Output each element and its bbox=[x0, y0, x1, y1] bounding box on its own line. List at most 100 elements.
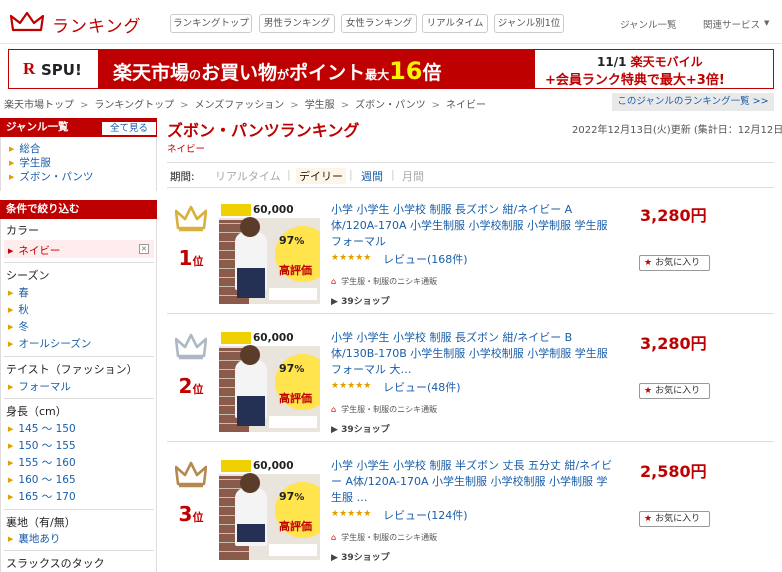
product-thumbnail[interactable]: 60,000 97% 高評価 bbox=[219, 458, 320, 560]
arrow-icon: ▶ bbox=[8, 340, 14, 348]
arrow-icon: ▶ bbox=[8, 425, 14, 433]
tab-female-ranking[interactable]: 女性ランキング bbox=[341, 14, 417, 33]
arrow-icon: ▶ bbox=[8, 493, 14, 501]
genre-list-box: ▶ 総合 ▶ 学生服 ▶ ズボン・パンツ bbox=[0, 137, 157, 191]
genre-ranking-list-link[interactable]: このジャンルのランキング一覧 >> bbox=[612, 93, 774, 111]
shop-name[interactable]: ⌂ 学生服・制服のニシキ通販 bbox=[331, 404, 437, 415]
filter-season-item[interactable]: ▶ オールシーズン bbox=[8, 336, 91, 351]
banner-mobile-text: 11/1 楽天モバイル +会員ランク特典で最大+3倍! bbox=[535, 50, 773, 88]
rating-stars: ★★★★★ bbox=[331, 509, 372, 519]
page-subtitle: ネイビー bbox=[167, 144, 206, 155]
gold-crown-icon bbox=[175, 205, 207, 232]
star-icon: ★ bbox=[644, 386, 653, 396]
arrow-icon: ▶ bbox=[8, 383, 14, 391]
breadcrumb-item[interactable]: メンズファッション bbox=[194, 100, 284, 111]
breadcrumb-item[interactable]: 学生服 bbox=[305, 100, 335, 111]
filter-lining-label: 裏地（有/無） bbox=[6, 516, 76, 529]
tab-genre-first[interactable]: ジャンル別1位 bbox=[494, 14, 564, 33]
filter-height-item[interactable]: ▶ 145 ～ 150 bbox=[8, 421, 76, 436]
arrow-icon: ▶ bbox=[8, 323, 14, 331]
review-link[interactable]: レビュー(48件) bbox=[383, 379, 461, 395]
sidebar-item-school-uniform[interactable]: ▶ 学生服 bbox=[9, 155, 51, 170]
period-label: 期間: bbox=[170, 171, 195, 183]
filter-height-item[interactable]: ▶ 160 ～ 165 bbox=[8, 472, 76, 487]
spu-logo: R SPU! bbox=[9, 50, 99, 88]
filter-taste-item[interactable]: ▶ フォーマル bbox=[8, 379, 71, 394]
shop-name[interactable]: ⌂ 学生服・制服のニシキ通販 bbox=[331, 532, 437, 543]
ranking-logo-text[interactable]: ランキング bbox=[52, 12, 142, 37]
arrow-icon: ▶ bbox=[8, 289, 14, 297]
review-link[interactable]: レビュー(124件) bbox=[383, 507, 468, 523]
shop-icon: ⌂ bbox=[331, 277, 337, 286]
tab-realtime[interactable]: リアルタイム bbox=[422, 14, 488, 33]
shop-icon: ⌂ bbox=[331, 533, 337, 542]
crown-logo-icon[interactable] bbox=[10, 10, 44, 34]
related-services-link[interactable]: 関連サービス bbox=[703, 17, 760, 31]
rank-number: 2位 bbox=[178, 374, 204, 398]
arrow-icon: ▶ bbox=[9, 173, 15, 181]
breadcrumb-item[interactable]: ランキングトップ bbox=[94, 100, 174, 111]
page-title: ズボン・パンツランキング bbox=[167, 121, 360, 140]
filter-color-navy[interactable]: ▶ ネイビー bbox=[8, 243, 60, 258]
sidebar-item-all[interactable]: ▶ 総合 bbox=[9, 141, 40, 156]
filter-lining-item[interactable]: ▶ 裏地あり bbox=[8, 531, 60, 546]
product-price: 3,280円 bbox=[640, 206, 707, 225]
tab-male-ranking[interactable]: 男性ランキング bbox=[259, 14, 335, 33]
period-monthly[interactable]: 月間 bbox=[402, 168, 424, 184]
filter-season-label: シーズン bbox=[6, 269, 50, 282]
see-all-button[interactable]: 全て見る bbox=[101, 121, 157, 136]
filter-color-label: カラー bbox=[6, 224, 39, 237]
ranking-item: 2位 60,000 97% 高評価 小学 小学生 小学校 制服 長ズボン 紺/ネイ… bbox=[167, 318, 774, 442]
arrow-icon: ▶ bbox=[8, 442, 14, 450]
product-name-link[interactable]: 小学 小学生 小学校 制服 長ズボン 紺/ネイビー A体/120A-170A 小… bbox=[331, 202, 613, 250]
arrow-icon: ▶ bbox=[8, 535, 14, 543]
points-badge: ▶ 39ショップ bbox=[331, 297, 390, 307]
period-realtime[interactable]: リアルタイム bbox=[215, 168, 281, 184]
sidebar-item-pants[interactable]: ▶ ズボン・パンツ bbox=[9, 169, 93, 184]
product-name-link[interactable]: 小学 小学生 小学校 制服 長ズボン 紺/ネイビー B体/130B-170B 小… bbox=[331, 330, 613, 378]
arrow-icon: ▶ bbox=[8, 476, 14, 484]
filter-season-item[interactable]: ▶ 秋 bbox=[8, 302, 29, 317]
tab-ranking-top[interactable]: ランキングトップ bbox=[170, 14, 252, 33]
silver-crown-icon bbox=[175, 333, 207, 360]
filter-header: 条件で絞り込む bbox=[0, 200, 157, 219]
filter-height-item[interactable]: ▶ 150 ～ 155 bbox=[8, 438, 76, 453]
divider bbox=[4, 398, 154, 399]
review-link[interactable]: レビュー(168件) bbox=[383, 251, 468, 267]
filter-height-label: 身長（cm） bbox=[6, 405, 67, 418]
breadcrumb-item[interactable]: 楽天市場トップ bbox=[4, 100, 74, 111]
filter-season-item[interactable]: ▶ 春 bbox=[8, 285, 29, 300]
services-dropdown-icon[interactable]: ▼ bbox=[764, 19, 769, 27]
period-weekly[interactable]: 週間 bbox=[361, 168, 383, 184]
shop-icon: ⌂ bbox=[331, 405, 337, 414]
filter-height-item[interactable]: ▶ 155 ～ 160 bbox=[8, 455, 76, 470]
promo-banner[interactable]: R SPU! 楽天市場のお買い物がポイント最大16倍 11/1 楽天モバイル +… bbox=[8, 49, 774, 89]
ranking-item: 1位 60,000 97% 高評価 小学 小学生 小学校 制服 長ズボン 紺/ネイ… bbox=[167, 190, 774, 314]
filter-slacks-label: スラックスのタック bbox=[6, 557, 105, 570]
favorite-button[interactable]: ★ お気に入り bbox=[639, 383, 710, 399]
divider bbox=[4, 509, 154, 510]
arrow-icon: ▶ bbox=[9, 145, 15, 153]
favorite-button[interactable]: ★ お気に入り bbox=[639, 255, 710, 271]
genre-list-link[interactable]: ジャンル一覧 bbox=[620, 17, 677, 31]
rank-number: 3位 bbox=[178, 502, 204, 526]
updated-date: 2022年12月13日(火)更新 (集計日：12月12日) bbox=[572, 125, 782, 136]
filter-season-item[interactable]: ▶ 冬 bbox=[8, 319, 29, 334]
breadcrumb-item[interactable]: ネイビー bbox=[446, 100, 486, 111]
filter-height-item[interactable]: ▶ 165 ～ 170 bbox=[8, 489, 76, 504]
product-thumbnail[interactable]: 60,000 97% 高評価 bbox=[219, 330, 320, 432]
period-daily[interactable]: デイリー bbox=[296, 168, 346, 184]
divider bbox=[4, 262, 154, 263]
period-selector: 期間: リアルタイム | デイリー | 週間 | 月間 bbox=[167, 162, 774, 188]
breadcrumb-item[interactable]: ズボン・パンツ bbox=[355, 100, 426, 111]
product-name-link[interactable]: 小学 小学生 小学校 制服 半ズボン 丈長 五分丈 紺/ネイビー A体/120A… bbox=[331, 458, 613, 506]
remove-filter-icon[interactable]: × bbox=[139, 244, 149, 254]
divider bbox=[4, 550, 154, 551]
rating-stars: ★★★★★ bbox=[331, 381, 372, 391]
product-thumbnail[interactable]: 60,000 97% 高評価 bbox=[219, 202, 320, 304]
shop-name[interactable]: ⌂ 学生服・制服のニシキ通販 bbox=[331, 276, 437, 287]
points-badge: ▶ 39ショップ bbox=[331, 425, 390, 435]
favorite-button[interactable]: ★ お気に入り bbox=[639, 511, 710, 527]
points-badge: ▶ 39ショップ bbox=[331, 553, 390, 563]
product-price: 2,580円 bbox=[640, 462, 707, 481]
